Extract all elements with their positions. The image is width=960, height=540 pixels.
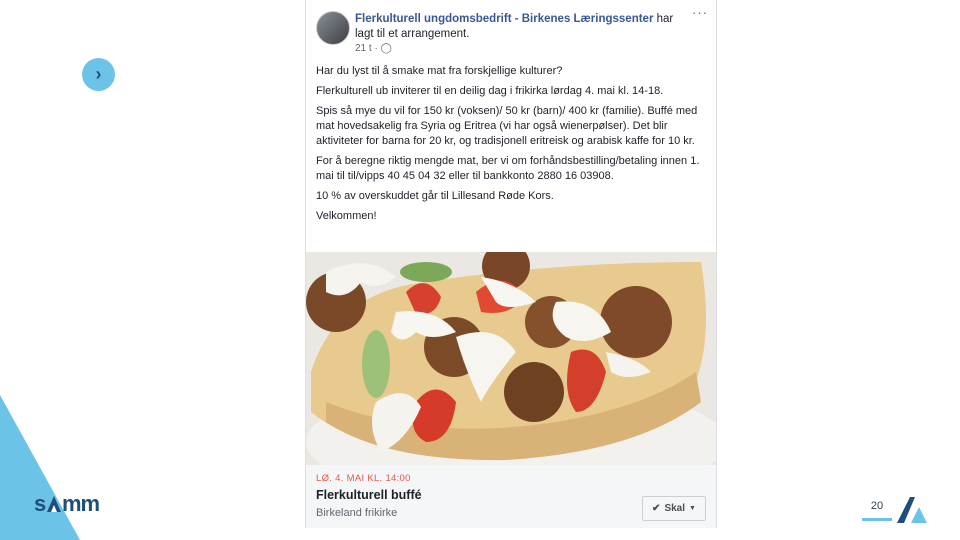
falafel-pita-illustration (306, 252, 716, 465)
post-paragraph: Flerkulturell ub inviterer til en deilig… (316, 85, 664, 97)
post-paragraph: Har du lyst til å smake mat fra forskjel… (316, 65, 563, 77)
author-name-link[interactable]: Flerkulturell ungdomsbedrift - Birkenes … (355, 13, 653, 25)
more-options-icon[interactable]: ··· (692, 5, 708, 20)
brand-mark-icon (897, 497, 927, 523)
page-number: 20 (870, 500, 884, 512)
post-timestamp[interactable]: 21 t · ◯ (355, 43, 392, 54)
author-avatar[interactable] (316, 11, 350, 45)
event-title-link[interactable]: Flerkulturell buffé (316, 488, 422, 502)
facebook-post: Flerkulturell ungdomsbedrift - Birkenes … (305, 0, 717, 528)
globe-icon: ◯ (380, 43, 392, 54)
event-info-panel: LØ. 4. MAI KL. 14:00 Flerkulturell buffé… (306, 465, 716, 528)
chevron-right-icon: › (95, 64, 102, 84)
post-paragraph: For å beregne riktig mengde mat, ber vi … (316, 155, 700, 182)
event-location: Birkeland frikirke (316, 507, 398, 519)
chevron-down-icon: ▼ (689, 505, 696, 512)
page-number-underline (862, 518, 892, 521)
post-paragraph: 10 % av overskuddet går til Lillesand Rø… (316, 190, 554, 202)
svg-text:mm: mm (62, 492, 100, 516)
post-paragraph: Spis så mye du vil for 150 kr (voksen)/ … (316, 105, 698, 147)
author-line: Flerkulturell ungdomsbedrift - Birkenes … (355, 12, 685, 42)
svg-text:s: s (34, 492, 46, 516)
post-body: Har du lyst til å smake mat fra forskjel… (316, 64, 711, 229)
samm-logo: s mm (34, 492, 101, 516)
going-button-label: Skal (664, 503, 686, 514)
going-button[interactable]: ✔ Skal ▼ (642, 496, 706, 521)
check-icon: ✔ (652, 503, 661, 514)
event-date: LØ. 4. MAI KL. 14:00 (316, 473, 411, 484)
event-cover-image[interactable] (306, 252, 716, 465)
post-paragraph: Velkommen! (316, 210, 377, 222)
next-slide-button[interactable]: › (82, 58, 115, 91)
